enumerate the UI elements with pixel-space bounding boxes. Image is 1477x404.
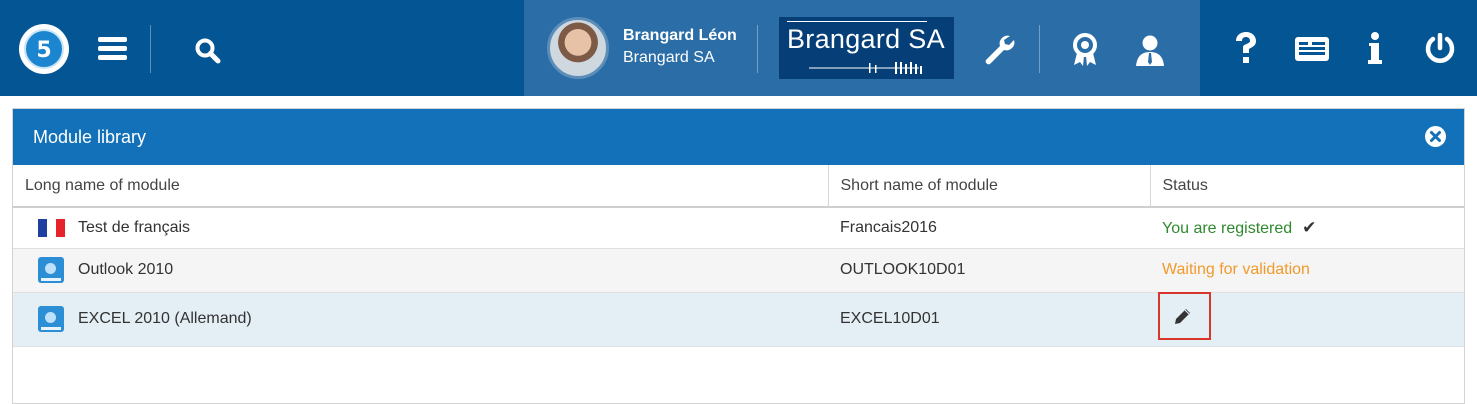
help-icon[interactable] xyxy=(1233,31,1259,70)
info-icon[interactable] xyxy=(1367,32,1383,71)
user-icon[interactable] xyxy=(1135,34,1165,71)
column-header-long-name[interactable]: Long name of module xyxy=(13,165,829,208)
panel-header: Module library xyxy=(13,109,1464,165)
close-icon[interactable] xyxy=(1425,126,1446,147)
short-name-cell: EXCEL10D01 xyxy=(828,292,1150,347)
company-logo-text: Brangard SA xyxy=(787,24,945,54)
search-icon[interactable] xyxy=(195,38,221,69)
checkmark-icon: ✔ xyxy=(1302,217,1317,237)
long-name-cell: Outlook 2010 xyxy=(13,248,828,293)
panel-title: Module library xyxy=(33,127,147,147)
user-company: Brangard SA xyxy=(623,49,715,66)
module-table: Long name of module Short name of module… xyxy=(13,165,1464,347)
table-row[interactable]: Test de français Francais2016 You are re… xyxy=(13,207,1464,249)
pencil-icon xyxy=(1175,308,1190,324)
long-name-text: EXCEL 2010 (Allemand) xyxy=(78,310,252,327)
company-logo-line xyxy=(787,21,927,22)
table-row[interactable]: Outlook 2010 OUTLOOK10D01 Waiting for va… xyxy=(13,248,1464,293)
short-name-cell: OUTLOOK10D01 xyxy=(828,248,1150,293)
long-name-cell: EXCEL 2010 (Allemand) xyxy=(13,292,828,347)
module-book-icon xyxy=(38,306,64,332)
divider xyxy=(757,25,758,73)
divider xyxy=(1039,25,1040,73)
module-book-icon xyxy=(38,257,64,283)
short-name-cell: Francais2016 xyxy=(828,207,1150,249)
app-logo[interactable]: 5 xyxy=(19,24,69,74)
long-name-text: Outlook 2010 xyxy=(78,261,174,278)
id-card-icon[interactable] xyxy=(1294,36,1330,67)
status-cell xyxy=(1150,291,1464,347)
company-logo-barcode xyxy=(809,62,922,74)
status-text: You are registered xyxy=(1162,219,1293,237)
divider xyxy=(150,25,151,73)
edit-button[interactable] xyxy=(1158,291,1211,340)
power-icon[interactable] xyxy=(1424,32,1456,70)
flag-france-icon xyxy=(38,218,66,237)
app-logo-number: 5 xyxy=(36,38,52,63)
column-header-short-name[interactable]: Short name of module xyxy=(828,165,1151,208)
status-cell: You are registered ✔ xyxy=(1150,207,1464,249)
column-header-status[interactable]: Status xyxy=(1150,165,1464,208)
user-name: Brangard Léon xyxy=(623,27,737,44)
company-logo: Brangard SA xyxy=(779,17,954,79)
table-row[interactable]: EXCEL 2010 (Allemand) EXCEL10D01 xyxy=(13,291,1464,347)
app-logo-ring: 5 xyxy=(24,29,64,69)
status-cell: Waiting for validation xyxy=(1150,248,1464,293)
status-text: Waiting for validation xyxy=(1162,261,1310,278)
top-bar: 5 Brangard Léon Brangard SA Brangard SA xyxy=(0,0,1477,96)
module-library-panel: Module library Long name of module Short… xyxy=(12,108,1465,404)
avatar[interactable] xyxy=(547,17,609,79)
wrench-icon[interactable] xyxy=(983,33,1015,72)
menu-icon[interactable] xyxy=(98,37,127,61)
long-name-text: Test de français xyxy=(78,218,191,236)
long-name-cell: Test de français xyxy=(13,207,828,249)
award-icon[interactable] xyxy=(1071,33,1099,72)
